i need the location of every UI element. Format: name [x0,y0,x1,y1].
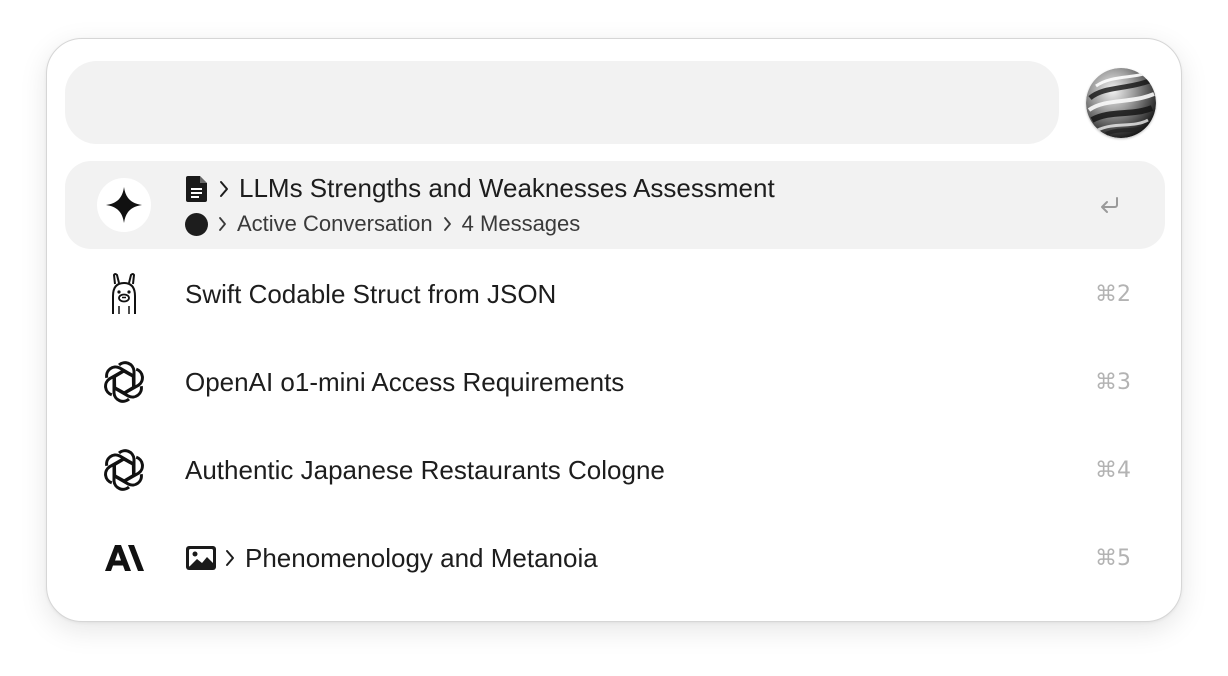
chevron-right-icon [443,216,452,232]
result-subtitle-line: Active Conversation 4 Messages [185,211,580,237]
result-row[interactable]: Authentic Japanese Restaurants Cologne ⌘… [65,426,1165,514]
launcher-panel: LLMs Strengths and Weaknesses Assessment… [46,38,1182,622]
app-icon [97,531,151,585]
openai-icon [104,449,144,491]
marble-sphere-avatar [1086,68,1156,138]
result-row[interactable]: Swift Codable Struct from JSON ⌘2 [65,250,1165,338]
avatar[interactable] [1086,68,1156,138]
result-title: LLMs Strengths and Weaknesses Assessment [239,173,775,203]
llama-icon [112,273,136,314]
result-row[interactable]: Phenomenology and Metanoia ⌘5 [65,514,1165,602]
app-icon [97,355,151,409]
document-icon [186,175,207,202]
image-icon [186,546,216,570]
app-icon [97,178,151,232]
conversation-status: Active Conversation [237,211,433,236]
filled-circle-icon [185,212,208,236]
sparkle-icon [106,187,142,223]
anthropic-icon [105,545,144,571]
result-title-line: Phenomenology and Metanoia [185,514,598,602]
result-title: Swift Codable Struct from JSON [185,278,557,309]
chevron-right-icon [219,180,229,198]
result-title-line: LLMs Strengths and Weaknesses Assessment [185,173,775,204]
search-input[interactable] [65,61,1059,144]
openai-icon [104,361,144,403]
shortcut-hint: ⌘3 [1095,369,1131,395]
shortcut-hint: ⌘5 [1095,545,1131,571]
chevron-right-icon [225,549,235,567]
result-title: Phenomenology and Metanoia [245,542,598,573]
chevron-right-icon [218,216,227,232]
result-title: OpenAI o1-mini Access Requirements [185,366,625,397]
app-icon [97,443,151,497]
shortcut-hint: ⌘4 [1095,457,1131,483]
result-row-selected[interactable]: LLMs Strengths and Weaknesses Assessment… [65,161,1165,249]
shortcut-hint: ⌘2 [1095,281,1131,307]
result-row[interactable]: OpenAI o1-mini Access Requirements ⌘3 [65,338,1165,426]
return-key-icon [1099,161,1121,249]
result-title: Authentic Japanese Restaurants Cologne [185,454,665,485]
app-icon [97,267,151,321]
message-count: 4 Messages [461,211,581,236]
